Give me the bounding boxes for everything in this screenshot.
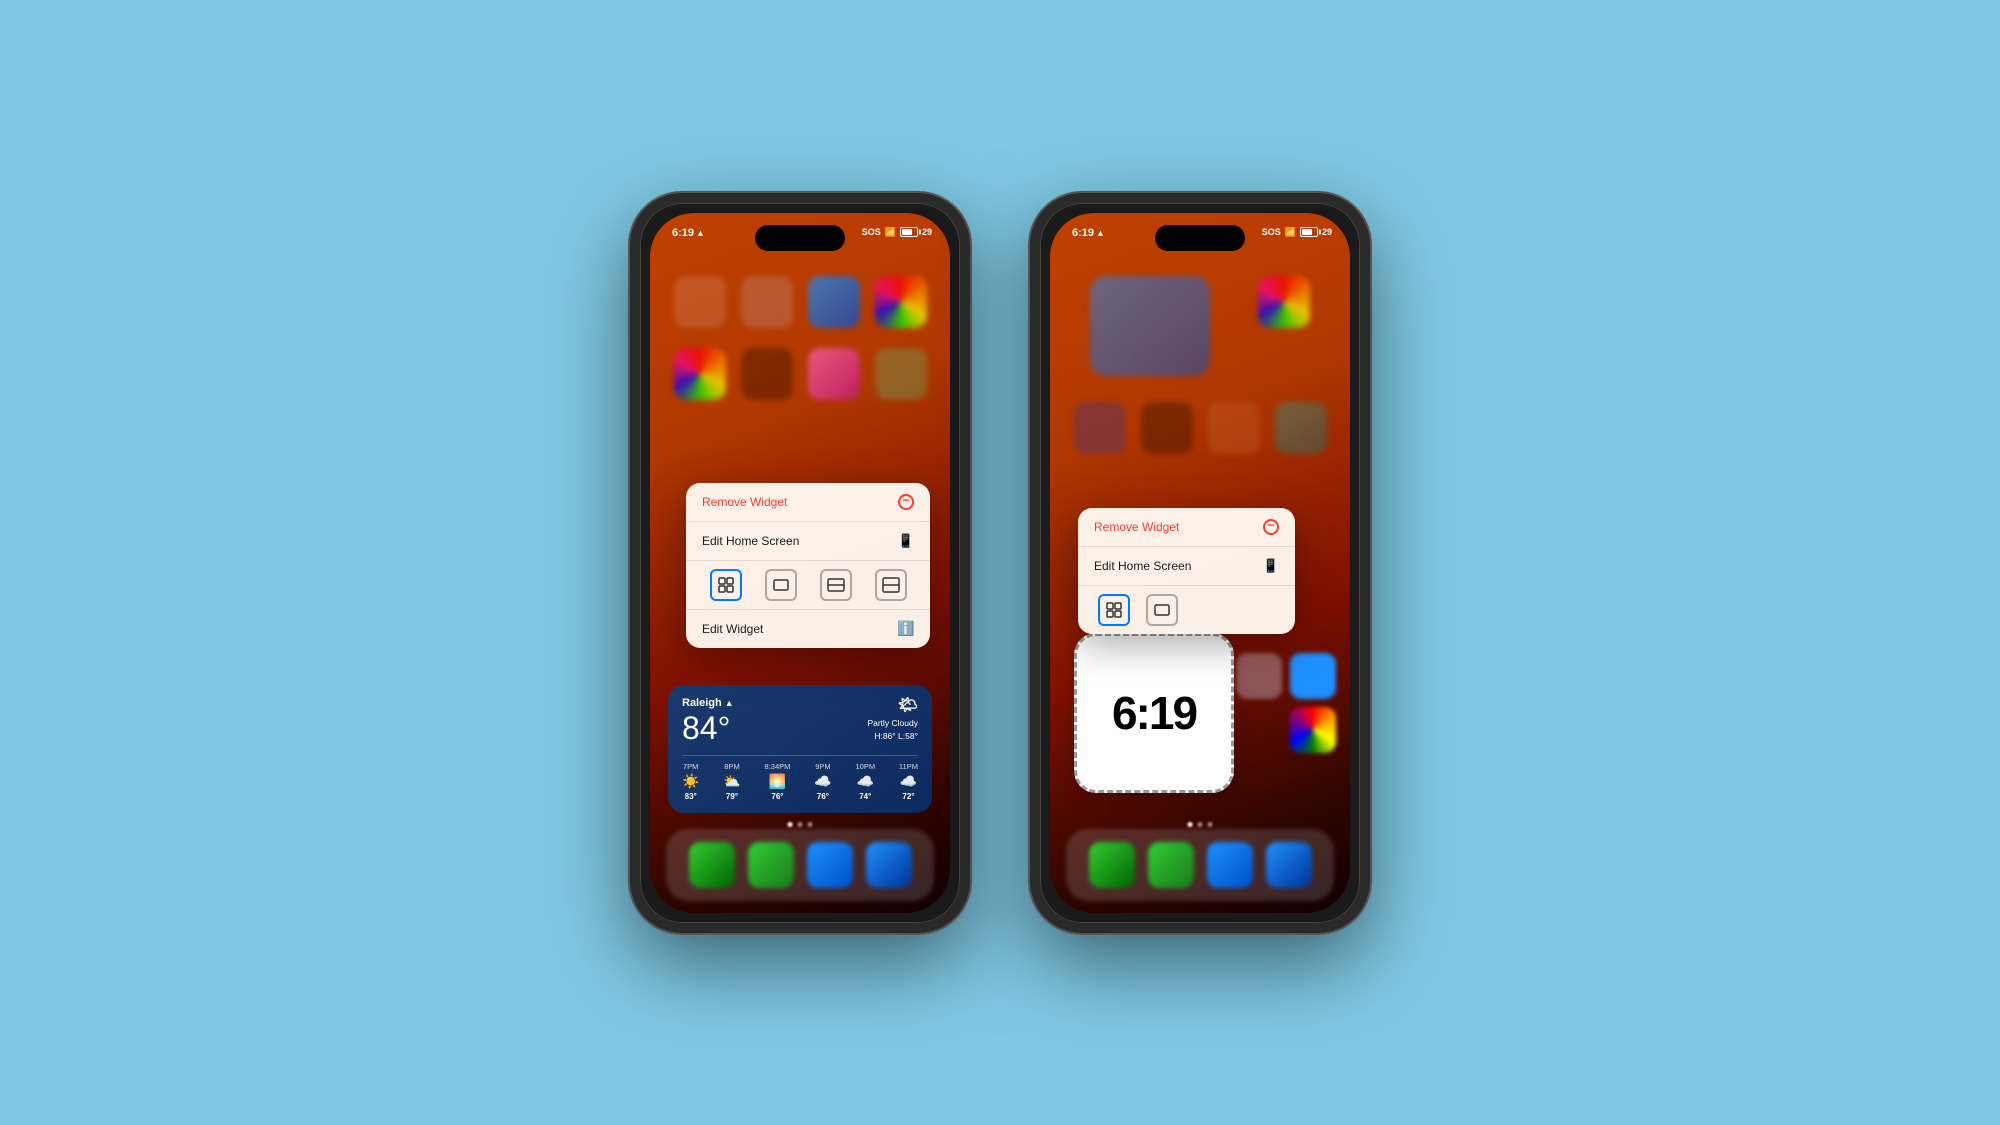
weather-hour-item: 11PM ☁️ 72° (899, 762, 918, 801)
context-menu-left[interactable]: Remove Widget Edit Home Screen 📱 (686, 483, 930, 648)
status-right-left: SOS 📶 29 (862, 227, 932, 238)
location-icon-right: ▲ (1096, 228, 1105, 238)
weather-city: Raleigh ▲ 🌤 (682, 697, 918, 709)
clock-display: 6:19 (1112, 686, 1196, 740)
size-option-medium-right[interactable] (1146, 594, 1178, 626)
status-bar-right: 6:19 ▲ SOS 📶 29 (1050, 213, 1350, 263)
app-icon (1208, 402, 1260, 454)
app-icon (808, 276, 860, 328)
page-dot (808, 822, 813, 827)
dock-messages-icon-right[interactable] (1148, 842, 1194, 888)
size-selector-left (686, 561, 930, 610)
phone-screen-icon-right: 📱 (1263, 558, 1279, 574)
page-dot (1208, 822, 1213, 827)
app-icon (741, 276, 793, 328)
status-bar-left: 6:19 ▲ SOS 📶 29 (650, 213, 950, 263)
phone-screen-icon-left: 📱 (898, 533, 914, 549)
weather-hour-item: 8:34PM 🌅 76° (765, 762, 791, 801)
phone-left: 6:19 ▲ SOS 📶 29 (630, 193, 970, 933)
size-option-tall[interactable] (875, 569, 907, 601)
phone-screen-left: 6:19 ▲ SOS 📶 29 (650, 213, 950, 913)
phone-frame-left: 6:19 ▲ SOS 📶 29 (630, 193, 970, 933)
dock-mail-icon[interactable] (866, 842, 912, 888)
edit-widget-button-left[interactable]: Edit Widget ℹ️ (686, 610, 930, 648)
page-dot (1188, 822, 1193, 827)
dock-left (666, 829, 934, 901)
wifi-icon-right: 📶 (1285, 227, 1296, 238)
weather-widget-left: Raleigh ▲ 🌤 84° Partly Cloudy H:86° L:58… (668, 685, 932, 812)
app-icon (1141, 402, 1193, 454)
context-menu-right[interactable]: Remove Widget Edit Home Screen 📱 (1078, 508, 1295, 634)
clock-widget-right: 6:19 (1074, 633, 1234, 793)
app-icon (1290, 653, 1336, 699)
size-option-small-right[interactable] (1098, 594, 1130, 626)
dock-safari-icon-right[interactable] (1207, 842, 1253, 888)
dock-messages-icon[interactable] (748, 842, 794, 888)
page-dot (1198, 822, 1203, 827)
wifi-icon-left: 📶 (885, 227, 896, 238)
app-icon (674, 276, 726, 328)
phone-right: 6:19 ▲ SOS 📶 29 (1030, 193, 1370, 933)
remove-circle-icon-right (1263, 519, 1279, 535)
app-icon (741, 348, 793, 400)
page-dots-left (788, 822, 813, 827)
dock-mail-icon-right[interactable] (1266, 842, 1312, 888)
dock-right (1066, 829, 1334, 901)
app-icon (875, 348, 927, 400)
size-option-small[interactable] (710, 569, 742, 601)
dock-safari-icon[interactable] (807, 842, 853, 888)
location-arrow-icon: ▲ (725, 698, 734, 708)
dock-phone-icon-right[interactable] (1089, 842, 1135, 888)
info-icon-left: ℹ️ (898, 621, 914, 637)
status-time-right: 6:19 ▲ (1072, 227, 1105, 239)
size-option-medium[interactable] (765, 569, 797, 601)
weather-temp: 84° (682, 711, 730, 746)
location-icon-left: ▲ (696, 228, 705, 238)
weather-hour-item: 9PM ☁️ 76° (814, 762, 831, 801)
phone-screen-right: 6:19 ▲ SOS 📶 29 (1050, 213, 1350, 913)
app-icon (1236, 707, 1282, 753)
status-time-left: 6:19 ▲ (672, 227, 705, 239)
app-icon (1074, 402, 1126, 454)
battery-icon-right (1300, 227, 1318, 237)
app-icon (808, 348, 860, 400)
app-icon (674, 348, 726, 400)
weather-hour-item: 10PM ☁️ 74° (855, 762, 875, 801)
app-icon (1236, 653, 1282, 699)
app-icon (1275, 402, 1327, 454)
side-apps-right (1236, 653, 1336, 753)
app-icon (1258, 276, 1310, 328)
edit-home-screen-button-right[interactable]: Edit Home Screen 📱 (1078, 547, 1295, 586)
dock-phone-icon[interactable] (689, 842, 735, 888)
weather-condition-icon: 🌤 (898, 695, 918, 715)
weather-hourly: 7PM ☀️ 83° 8PM ⛅ 79° 8:34PM 🌅 76° (682, 755, 918, 801)
remove-widget-button-right[interactable]: Remove Widget (1078, 508, 1295, 547)
size-option-wide[interactable] (820, 569, 852, 601)
app-icon (1290, 707, 1336, 753)
weather-hour-item: 8PM ⛅ 79° (723, 762, 740, 801)
weather-condition-text: Partly Cloudy H:86° L:58° (867, 717, 918, 747)
battery-icon-left (900, 227, 918, 237)
page-dot (798, 822, 803, 827)
edit-home-screen-button-left[interactable]: Edit Home Screen 📱 (686, 522, 930, 561)
page-dots-right (1188, 822, 1213, 827)
phone-frame-right: 6:19 ▲ SOS 📶 29 (1030, 193, 1370, 933)
weather-hour-item: 7PM ☀️ 83° (682, 762, 699, 801)
app-icon (1090, 276, 1210, 376)
size-selector-right (1078, 586, 1295, 634)
remove-widget-button-left[interactable]: Remove Widget (686, 483, 930, 522)
remove-circle-icon-left (898, 494, 914, 510)
page-dot (788, 822, 793, 827)
status-right-right: SOS 📶 29 (1262, 227, 1332, 238)
app-icon (875, 276, 927, 328)
